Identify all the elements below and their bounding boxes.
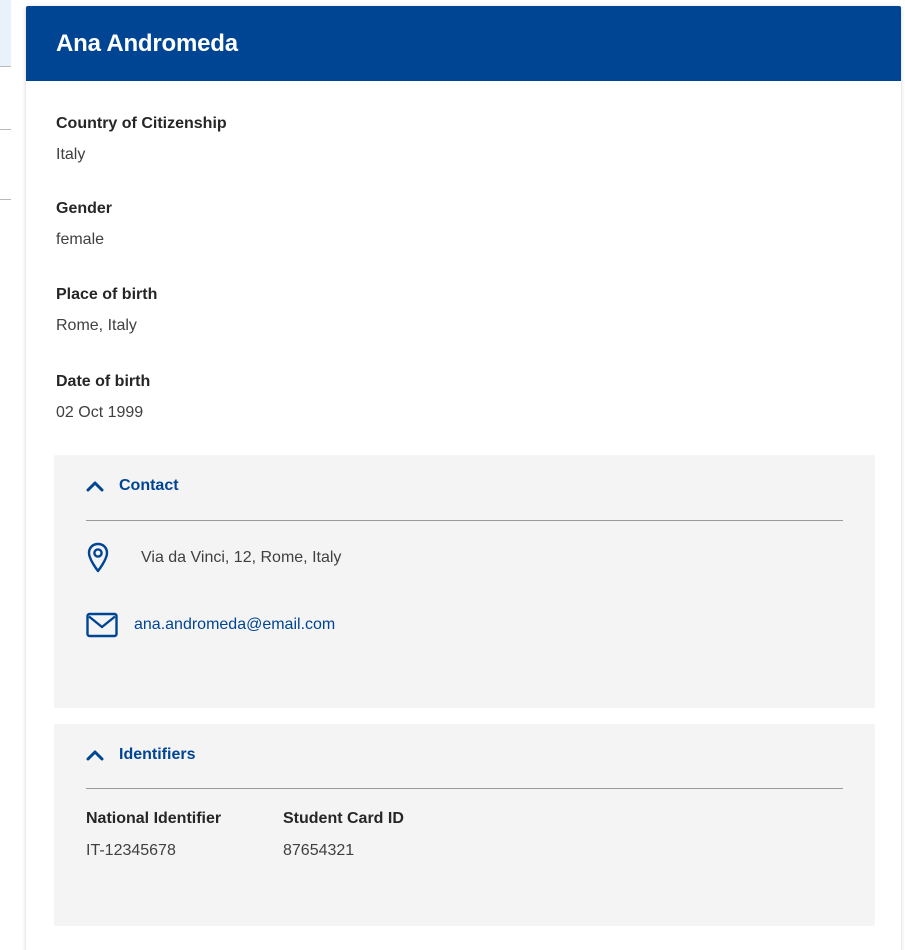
identifier-student-card: Student Card ID 87654321 [283,810,404,860]
adjacent-panel-divider [0,66,11,67]
adjacent-panel-divider [0,199,11,200]
identifier-label: National Identifier [86,810,222,827]
contact-email-row: ana.andromeda@email.com [86,612,335,638]
field-country-of-citizenship: Country of Citizenship Italy [56,115,227,164]
identifiers-title: Identifiers [119,746,196,763]
contact-divider [86,520,843,521]
field-value: female [56,231,105,248]
field-label: Gender [56,200,113,217]
identifier-value: 87654321 [283,842,355,859]
identifier-label: Student Card ID [283,810,404,827]
identifiers-section: Identifiers National Identifier IT-12345… [54,724,875,926]
contact-title: Contact [119,477,179,494]
field-gender: Gender female [56,200,112,249]
field-value: Rome, Italy [56,317,137,334]
identifiers-divider [86,788,843,789]
location-pin-icon [87,542,109,573]
field-value: Italy [56,146,86,163]
field-label: Place of birth [56,286,158,303]
contact-address: Via da Vinci, 12, Rome, Italy [141,549,342,566]
profile-name: Ana Andromeda [56,29,238,57]
adjacent-panel-divider [0,129,11,130]
contact-email-link[interactable]: ana.andromeda@email.com [134,616,335,634]
field-label: Date of birth [56,373,151,390]
identifier-value: IT-12345678 [86,842,176,859]
field-place-of-birth: Place of birth Rome, Italy [56,286,157,335]
adjacent-panel-highlight [0,0,11,66]
envelope-icon [86,612,118,638]
adjacent-panel-edge [0,0,11,950]
identifiers-toggle[interactable]: Identifiers [86,746,195,764]
identifier-national: National Identifier IT-12345678 [86,810,221,860]
chevron-up-icon [86,481,104,492]
contact-address-row: Via da Vinci, 12, Rome, Italy [86,542,341,574]
chevron-up-icon [86,750,104,761]
profile-header: Ana Andromeda [26,6,901,81]
contact-toggle[interactable]: Contact [86,477,179,495]
contact-section: Contact Via da Vinci, 12, Rome, Italy an… [54,455,875,708]
field-value: 02 Oct 1999 [56,404,144,421]
field-label: Country of Citizenship [56,115,227,132]
profile-card: Ana Andromeda Country of Citizenship Ita… [26,6,901,950]
field-date-of-birth: Date of birth 02 Oct 1999 [56,373,150,422]
